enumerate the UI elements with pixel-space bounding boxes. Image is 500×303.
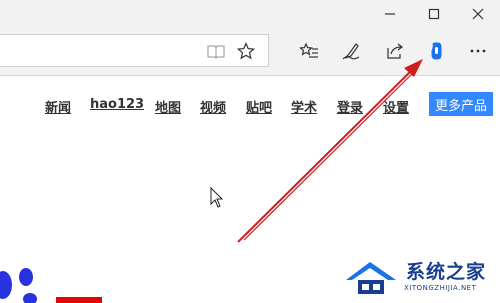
watermark-logo-icon xyxy=(346,262,396,294)
site-watermark: 系统之家 XITONGZHIJIA.NET xyxy=(338,250,500,303)
watermark-title: 系统之家 xyxy=(406,261,487,283)
watermark-subtitle: XITONGZHIJIA.NET xyxy=(404,284,477,292)
